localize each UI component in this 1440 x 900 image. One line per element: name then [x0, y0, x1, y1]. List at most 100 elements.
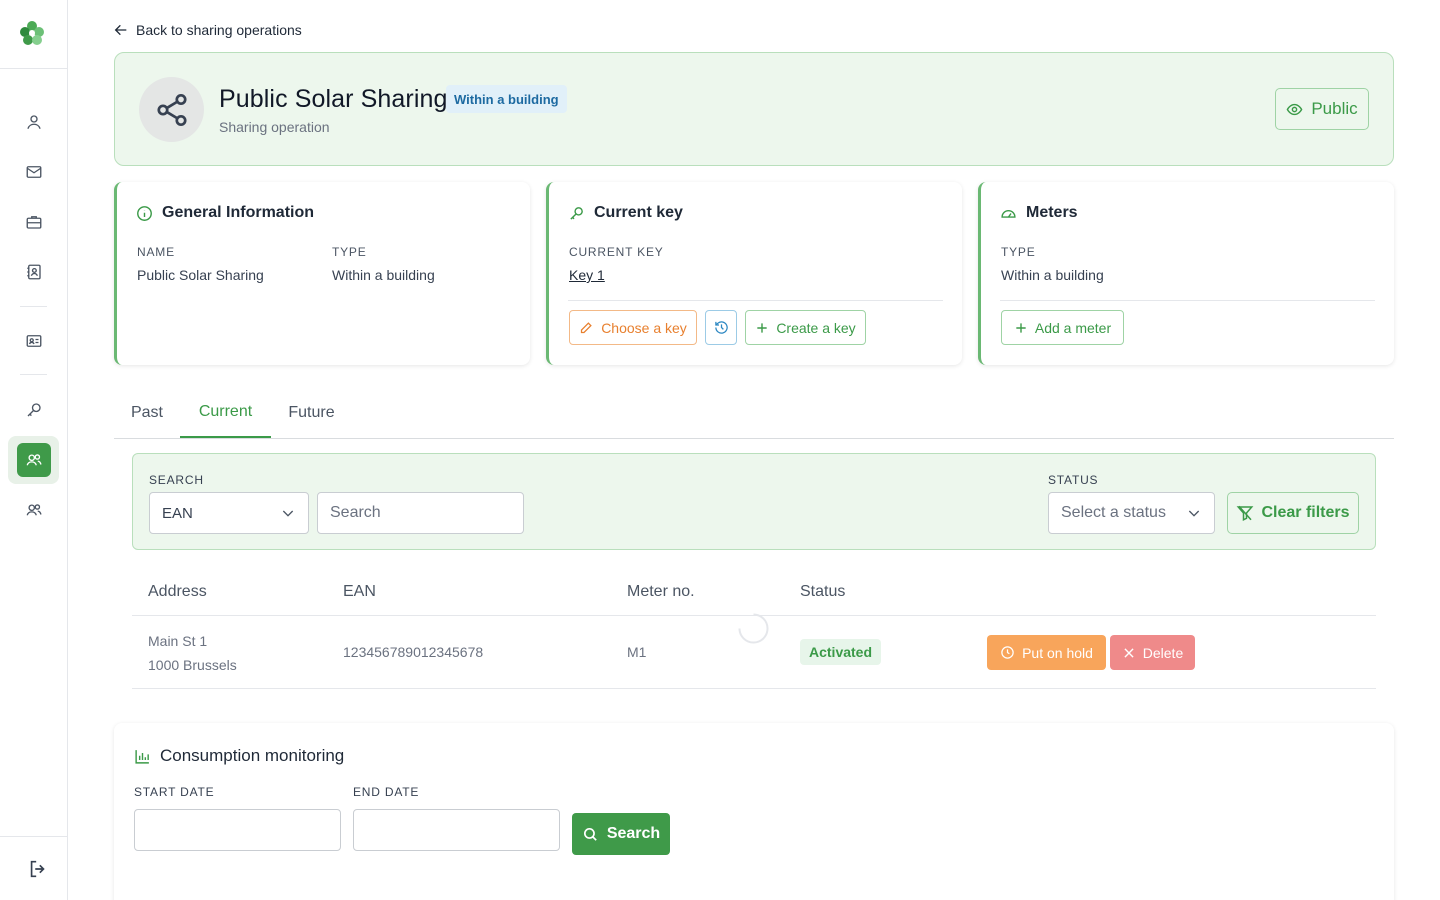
users-icon: [26, 454, 42, 466]
sidebar-divider: [20, 374, 47, 375]
start-date-input[interactable]: [134, 809, 341, 851]
meters-card: Meters TYPE Within a building Add a mete…: [978, 182, 1394, 365]
meters-title: Meters: [1026, 204, 1078, 221]
search-field-select[interactable]: EAN: [149, 492, 309, 534]
delete-button[interactable]: Delete: [1110, 635, 1195, 670]
back-link[interactable]: Back to sharing operations: [113, 20, 302, 40]
add-meter-button[interactable]: Add a meter: [1001, 310, 1124, 345]
create-key-button[interactable]: Create a key: [745, 310, 866, 345]
sidebar-item-profile[interactable]: [17, 105, 50, 138]
key-history-button[interactable]: [705, 310, 737, 345]
close-icon: [1124, 647, 1134, 658]
choose-key-label: Choose a key: [601, 319, 687, 336]
chevron-down-icon: [282, 510, 294, 517]
bar-chart-icon: [135, 749, 149, 764]
clock-icon: [1001, 646, 1014, 659]
tab-current[interactable]: Current: [180, 388, 271, 438]
filters-panel: SEARCH EAN Search STATUS Select a status…: [132, 453, 1376, 550]
app-logo[interactable]: [17, 18, 47, 48]
status-badge: Activated: [800, 639, 882, 665]
loading-spinner-icon: [737, 612, 770, 645]
pencil-icon: [581, 322, 592, 334]
column-header-address[interactable]: Address: [148, 583, 207, 601]
logout-button[interactable]: [21, 852, 54, 885]
period-tabs: Past Current Future: [114, 388, 1394, 439]
ean-value: 123456789012345678: [343, 644, 484, 660]
gauge-icon: [1001, 209, 1016, 218]
choose-key-button[interactable]: Choose a key: [569, 310, 697, 345]
clear-filters-label: Clear filters: [1261, 504, 1350, 521]
current-key-card: Current key CURRENT KEY Key 1 Choose a k…: [546, 182, 962, 365]
address-line2: 1000 Brussels: [148, 657, 237, 673]
id-card-icon: [26, 334, 41, 347]
clear-filters-button[interactable]: Clear filters: [1227, 492, 1359, 534]
card-title: Current key: [568, 204, 683, 222]
tab-past[interactable]: Past: [114, 388, 180, 438]
address-line1: Main St 1: [148, 633, 208, 649]
divider: [1000, 300, 1375, 301]
status-select[interactable]: Select a status: [1048, 492, 1215, 534]
table-divider: [132, 688, 1376, 689]
sidebar-item-id-card[interactable]: [17, 324, 50, 357]
status-label: STATUS: [1048, 473, 1099, 487]
key-icon: [570, 206, 583, 220]
search-icon: [583, 827, 597, 841]
sidebar-item-members[interactable]: [17, 493, 50, 526]
share-avatar: [139, 77, 204, 142]
search-input[interactable]: Search: [317, 492, 524, 534]
type-label: TYPE: [332, 245, 367, 259]
contact-book-icon: [26, 264, 41, 279]
tab-future[interactable]: Future: [271, 388, 352, 438]
start-date-label: START DATE: [134, 785, 215, 799]
general-title: General Information: [162, 204, 315, 221]
type-value: Within a building: [332, 267, 435, 283]
column-header-ean[interactable]: EAN: [343, 583, 376, 601]
visibility-button[interactable]: Public: [1275, 88, 1369, 130]
sidebar: [0, 0, 68, 900]
consumption-search-label: Search: [606, 825, 661, 842]
briefcase-icon: [26, 215, 41, 229]
sidebar-divider: [0, 836, 68, 837]
search-label: SEARCH: [149, 473, 204, 487]
divider: [568, 300, 943, 301]
name-value: Public Solar Sharing: [137, 267, 264, 283]
consumption-search-button[interactable]: Search: [572, 813, 670, 855]
current-key-link[interactable]: Key 1: [569, 267, 605, 283]
status-placeholder: Select a status: [1061, 504, 1166, 521]
type-badge: Within a building: [446, 85, 567, 113]
logout-icon: [30, 860, 45, 877]
sidebar-divider: [0, 68, 68, 69]
end-date-label: END DATE: [353, 785, 420, 799]
page-title: Public Solar Sharing: [219, 85, 448, 113]
search-field-value: EAN: [162, 504, 193, 522]
put-on-hold-button[interactable]: Put on hold: [987, 635, 1106, 670]
history-icon: [714, 321, 728, 334]
operation-header: Public Solar Sharing Within a building S…: [114, 52, 1394, 166]
card-title: Consumption monitoring: [134, 746, 344, 766]
name-label: NAME: [137, 245, 175, 259]
current-key-label: CURRENT KEY: [569, 245, 664, 259]
add-meter-label: Add a meter: [1034, 319, 1112, 336]
sidebar-item-messages[interactable]: [17, 155, 50, 188]
consumption-title: Consumption monitoring: [160, 746, 345, 765]
meter-type-value: Within a building: [1001, 267, 1104, 283]
sidebar-item-sharing-operations[interactable]: [8, 436, 59, 484]
key-title: Current key: [594, 204, 683, 221]
plus-icon: [757, 322, 767, 333]
consumption-monitoring-card: Consumption monitoring START DATE END DA…: [114, 723, 1394, 900]
sidebar-item-contacts[interactable]: [17, 255, 50, 288]
filter-clear-icon: [1237, 505, 1254, 521]
back-link-label: Back to sharing operations: [136, 22, 302, 38]
plus-icon: [1016, 322, 1026, 333]
end-date-input[interactable]: [353, 809, 560, 851]
general-information-card: General Information NAME Public Solar Sh…: [114, 182, 530, 365]
key-icon: [27, 402, 41, 416]
column-header-meter-no[interactable]: Meter no.: [627, 583, 695, 601]
sidebar-item-keys[interactable]: [17, 393, 50, 426]
mail-icon: [26, 165, 41, 178]
put-on-hold-label: Put on hold: [1022, 644, 1093, 661]
column-header-status[interactable]: Status: [800, 583, 845, 601]
sidebar-item-briefcase[interactable]: [17, 205, 50, 238]
info-icon: [137, 205, 152, 221]
eye-icon: [1286, 103, 1303, 115]
